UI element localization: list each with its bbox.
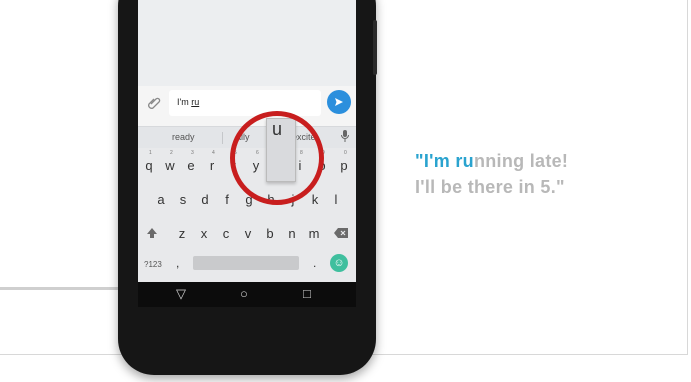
key-c[interactable]: c: [216, 226, 236, 241]
key-w[interactable]: 2w: [160, 150, 180, 173]
divider-line: [0, 287, 135, 290]
key-p[interactable]: 0p: [334, 150, 354, 173]
navigation-bar: ▽ ○ □: [138, 282, 356, 307]
backspace-icon[interactable]: [334, 228, 348, 241]
key-s[interactable]: s: [173, 192, 193, 207]
key-z[interactable]: z: [172, 226, 192, 241]
back-icon[interactable]: ▽: [176, 286, 186, 302]
key-space[interactable]: [193, 256, 299, 270]
key-q[interactable]: 1q: [139, 150, 159, 173]
send-arrow-icon: [335, 98, 343, 106]
caption-text: "I'm running late! I'll be there in 5.": [415, 148, 568, 200]
key-x[interactable]: x: [194, 226, 214, 241]
highlight-circle: [230, 111, 324, 205]
key-l[interactable]: l: [326, 192, 346, 207]
home-icon[interactable]: ○: [240, 286, 248, 301]
message-input[interactable]: I'm ru: [169, 90, 321, 116]
caption-line-1: "I'm running late!: [415, 151, 569, 171]
key-symbols[interactable]: ?123: [144, 260, 162, 269]
message-input-bar: I'm ru: [138, 86, 356, 126]
shift-icon[interactable]: [146, 227, 158, 242]
key-m[interactable]: m: [304, 226, 324, 241]
key-period[interactable]: .: [313, 256, 316, 270]
key-k[interactable]: k: [305, 192, 325, 207]
send-button[interactable]: [327, 90, 351, 114]
chat-area: [138, 0, 356, 86]
key-d[interactable]: d: [195, 192, 215, 207]
caption-highlight: ru: [455, 151, 474, 171]
paperclip-icon[interactable]: [147, 96, 161, 110]
suggestion-left[interactable]: ready: [172, 132, 195, 142]
key-b[interactable]: b: [260, 226, 280, 241]
key-comma[interactable]: ,: [176, 256, 179, 270]
emoji-icon[interactable]: ☺: [330, 254, 348, 272]
suggestion-divider: [222, 132, 223, 144]
microphone-icon[interactable]: [341, 130, 349, 145]
key-f[interactable]: f: [217, 192, 237, 207]
recent-apps-icon[interactable]: □: [303, 286, 311, 301]
key-v[interactable]: v: [238, 226, 258, 241]
key-n[interactable]: n: [282, 226, 302, 241]
key-r[interactable]: 4r: [202, 150, 222, 173]
key-a[interactable]: a: [151, 192, 171, 207]
caption-line-2: I'll be there in 5.": [415, 177, 565, 197]
message-text: I'm ru: [177, 97, 200, 107]
key-e[interactable]: 3e: [181, 150, 201, 173]
phone-side-button: [373, 20, 377, 75]
